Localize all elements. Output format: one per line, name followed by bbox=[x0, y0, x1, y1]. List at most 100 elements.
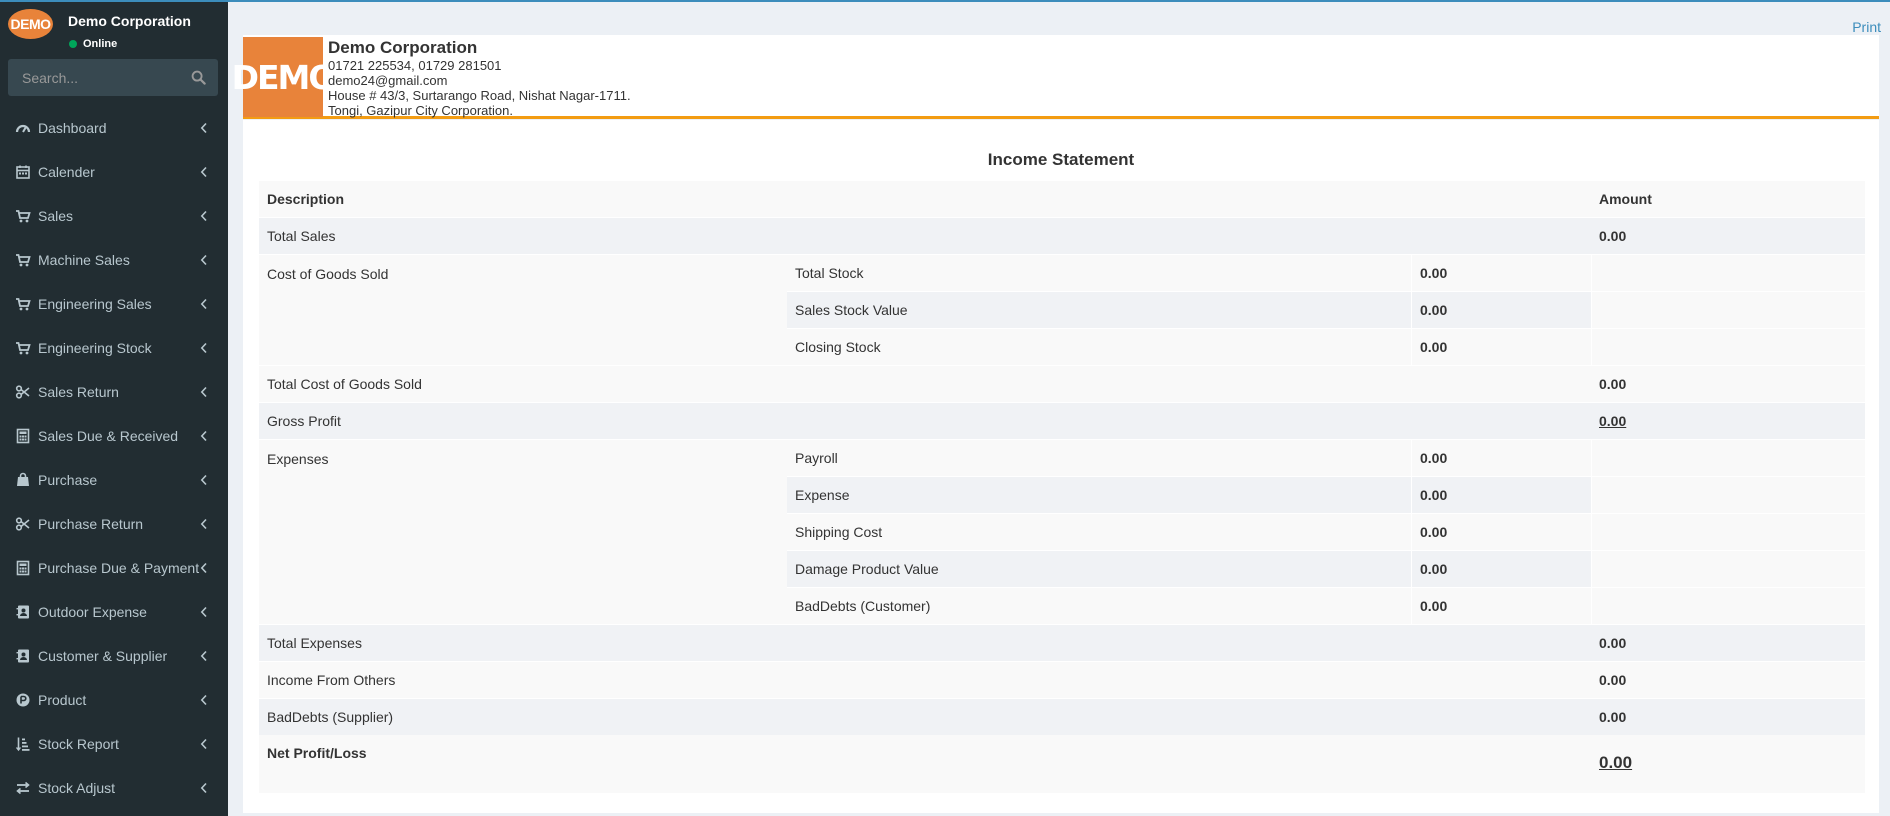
search-input[interactable] bbox=[8, 69, 178, 86]
sidebar-item-engineering-stock[interactable]: Engineering Stock bbox=[0, 326, 228, 370]
baddebts-supplier-amount: 0.00 bbox=[1591, 698, 1865, 735]
sidebar-item-label: Machine Sales bbox=[38, 252, 130, 268]
expense-item-value: 0.00 bbox=[1411, 439, 1591, 476]
cogs-item-amount-cell bbox=[1591, 328, 1865, 365]
main-content: Print DEMO Demo Corporation 01721 225534… bbox=[228, 2, 1890, 816]
chevron-left-icon bbox=[200, 166, 207, 178]
company-logo: DEMO bbox=[232, 37, 336, 117]
sidebar-item-purchase-due-and-payment[interactable]: Purchase Due & Payment bbox=[0, 546, 228, 590]
income-statement-table: Description Amount Total Sales 0.00 Cost… bbox=[259, 180, 1865, 793]
cogs-item-value: 0.00 bbox=[1411, 254, 1591, 291]
expense-item-row: Payroll 0.00 bbox=[787, 439, 1865, 476]
sidebar-item-product[interactable]: Product bbox=[0, 678, 228, 722]
sidebar-item-label: Stock Adjust bbox=[38, 780, 116, 796]
cogs-item-label: Sales Stock Value bbox=[787, 291, 1411, 328]
calendar-icon bbox=[16, 165, 30, 179]
sidebar-menu: Dashboard Calender Sales Machine Sales Engin… bbox=[0, 106, 228, 810]
sidebar-item-label: Purchase Due & Payment bbox=[38, 560, 200, 576]
sidebar-item-engineering-sales[interactable]: Engineering Sales bbox=[0, 282, 228, 326]
sidebar-item-sales-return[interactable]: Sales Return bbox=[0, 370, 228, 414]
chevron-left-icon bbox=[200, 386, 207, 398]
sidebar-item-label: Purchase Return bbox=[38, 516, 144, 532]
total-cogs-amount: 0.00 bbox=[1591, 365, 1865, 402]
user-status: Online bbox=[69, 38, 117, 50]
cogs-item-amount-cell bbox=[1591, 291, 1865, 328]
table-row-net-profit: Net Profit/Loss 0.00 bbox=[259, 735, 1865, 793]
company-info: Demo Corporation 01721 225534, 01729 281… bbox=[328, 38, 631, 118]
address-book-icon bbox=[16, 649, 29, 663]
total-cogs-label: Total Cost of Goods Sold bbox=[259, 365, 1591, 402]
expense-item-row: Damage Product Value 0.00 bbox=[787, 550, 1865, 587]
chevron-left-icon bbox=[200, 738, 207, 750]
expense-item-amount-cell bbox=[1591, 550, 1865, 587]
sidebar-item-outdoor-expense[interactable]: Outdoor Expense bbox=[0, 590, 228, 634]
chevron-left-icon bbox=[200, 606, 207, 618]
sidebar: DEMO Demo Corporation Online Dashboard Ca… bbox=[0, 0, 228, 816]
total-sales-label: Total Sales bbox=[259, 217, 1591, 254]
search-icon[interactable] bbox=[191, 70, 206, 85]
chevron-left-icon bbox=[200, 650, 207, 662]
cogs-item-label: Total Stock bbox=[787, 254, 1411, 291]
company-email: demo24@gmail.com bbox=[328, 73, 448, 88]
sidebar-item-purchase[interactable]: Purchase bbox=[0, 458, 228, 502]
cogs-item-value: 0.00 bbox=[1411, 328, 1591, 365]
sidebar-item-calender[interactable]: Calender bbox=[0, 150, 228, 194]
company-header: DEMO Demo Corporation 01721 225534, 0172… bbox=[232, 35, 1879, 119]
income-statement-card: Income Statement Description Amount Tota… bbox=[243, 120, 1879, 813]
cart-icon bbox=[16, 254, 31, 267]
net-profit-amount: 0.00 bbox=[1599, 753, 1633, 772]
sidebar-item-customer-and-supplier[interactable]: Customer & Supplier bbox=[0, 634, 228, 678]
table-header-row: Description Amount bbox=[259, 180, 1865, 217]
column-header-amount: Amount bbox=[1591, 180, 1865, 217]
cart-icon bbox=[16, 342, 31, 355]
expense-item-label: BadDebts (Customer) bbox=[787, 587, 1411, 624]
print-link[interactable]: Print bbox=[1852, 19, 1881, 35]
company-address-line1: House # 43/3, Surtarango Road, Nishat Na… bbox=[328, 88, 631, 103]
table-row-total-cogs: Total Cost of Goods Sold 0.00 bbox=[259, 365, 1865, 402]
sidebar-item-label: Dashboard bbox=[38, 120, 107, 136]
cart-icon bbox=[16, 298, 31, 311]
sidebar-item-dashboard[interactable]: Dashboard bbox=[0, 106, 228, 150]
sidebar-item-sales[interactable]: Sales bbox=[0, 194, 228, 238]
user-avatar: DEMO bbox=[8, 9, 53, 39]
chevron-left-icon bbox=[200, 210, 207, 222]
sidebar-item-label: Engineering Sales bbox=[38, 296, 152, 312]
sidebar-item-stock-report[interactable]: Stock Report bbox=[0, 722, 228, 766]
expense-item-label: Damage Product Value bbox=[787, 550, 1411, 587]
expense-detail-rows: Payroll 0.00 Expense 0.00 Shipping Cost 0.00 D… bbox=[787, 439, 1865, 624]
sidebar-item-label: Sales bbox=[38, 208, 74, 224]
sidebar-item-purchase-return[interactable]: Purchase Return bbox=[0, 502, 228, 546]
chevron-left-icon bbox=[200, 694, 207, 706]
gross-profit-label: Gross Profit bbox=[259, 402, 1591, 439]
cogs-item-row: Total Stock 0.00 bbox=[787, 254, 1865, 291]
company-name: Demo Corporation bbox=[328, 38, 478, 57]
column-header-description: Description bbox=[259, 180, 1591, 217]
table-row-income-others: Income From Others 0.00 bbox=[259, 661, 1865, 698]
cogs-group: Cost of Goods Sold Total Stock 0.00 Sales … bbox=[259, 254, 1865, 365]
baddebts-supplier-label: BadDebts (Supplier) bbox=[259, 698, 1591, 735]
sidebar-item-stock-adjust[interactable]: Stock Adjust bbox=[0, 766, 228, 810]
user-name: Demo Corporation bbox=[68, 13, 191, 29]
expenses-label: Expenses bbox=[259, 439, 787, 624]
table-row-total-sales: Total Sales 0.00 bbox=[259, 217, 1865, 254]
scissors-icon bbox=[15, 517, 30, 531]
cogs-item-amount-cell bbox=[1591, 254, 1865, 291]
user-panel: DEMO Demo Corporation Online bbox=[0, 0, 228, 52]
chevron-left-icon bbox=[200, 430, 207, 442]
cogs-item-row: Closing Stock 0.00 bbox=[787, 328, 1865, 365]
sidebar-item-label: Product bbox=[38, 692, 87, 708]
sidebar-item-label: Sales Due & Received bbox=[38, 428, 179, 444]
sidebar-item-label: Customer & Supplier bbox=[38, 648, 168, 664]
expense-item-label: Expense bbox=[787, 476, 1411, 513]
table-row-baddebts-supplier: BadDebts (Supplier) 0.00 bbox=[259, 698, 1865, 735]
sidebar-item-machine-sales[interactable]: Machine Sales bbox=[0, 238, 228, 282]
chevron-left-icon bbox=[200, 562, 207, 574]
expense-item-value: 0.00 bbox=[1411, 476, 1591, 513]
product-hunt-icon bbox=[16, 693, 30, 707]
sidebar-item-sales-due-and-received[interactable]: Sales Due & Received bbox=[0, 414, 228, 458]
sidebar-item-label: Sales Return bbox=[38, 384, 119, 400]
cogs-label: Cost of Goods Sold bbox=[259, 254, 787, 365]
chevron-left-icon bbox=[200, 254, 207, 266]
cogs-item-value: 0.00 bbox=[1411, 291, 1591, 328]
company-address-line2: Tongi, Gazipur City Corporation. bbox=[328, 103, 513, 118]
